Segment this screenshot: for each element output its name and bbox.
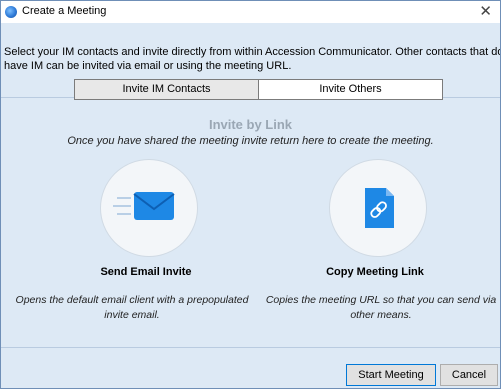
close-icon[interactable]: ✕ [479, 2, 492, 20]
envelope-icon [113, 192, 175, 220]
tab-bar: Invite IM Contacts Invite Others [74, 79, 443, 100]
create-meeting-dialog: Create a Meeting ✕ Select your IM contac… [0, 0, 501, 389]
link-document-icon [365, 188, 394, 228]
copy-meeting-link-button[interactable] [329, 159, 427, 257]
send-email-invite-button[interactable] [100, 159, 198, 257]
window-title: Create a Meeting [22, 5, 107, 17]
footer-divider [1, 347, 500, 348]
app-icon [5, 6, 17, 18]
invite-by-link-subtitle: Once you have shared the meeting invite … [67, 135, 434, 147]
send-email-invite-label: Send Email Invite [100, 266, 192, 278]
tab-invite-im-contacts[interactable]: Invite IM Contacts [75, 80, 258, 99]
send-email-invite-description: Opens the default email client with a pr… [15, 294, 249, 321]
start-meeting-button[interactable]: Start Meeting [346, 364, 436, 386]
description-text: Select your IM contacts and invite direc… [4, 46, 501, 72]
copy-meeting-link-label: Copy Meeting Link [326, 266, 424, 278]
copy-meeting-link-description: Copies the meeting URL so that you can s… [265, 294, 497, 321]
tab-invite-others[interactable]: Invite Others [258, 80, 442, 99]
cancel-button[interactable]: Cancel [440, 364, 498, 386]
invite-by-link-heading: Invite by Link [208, 117, 293, 132]
title-bar: Create a Meeting ✕ [1, 1, 500, 23]
